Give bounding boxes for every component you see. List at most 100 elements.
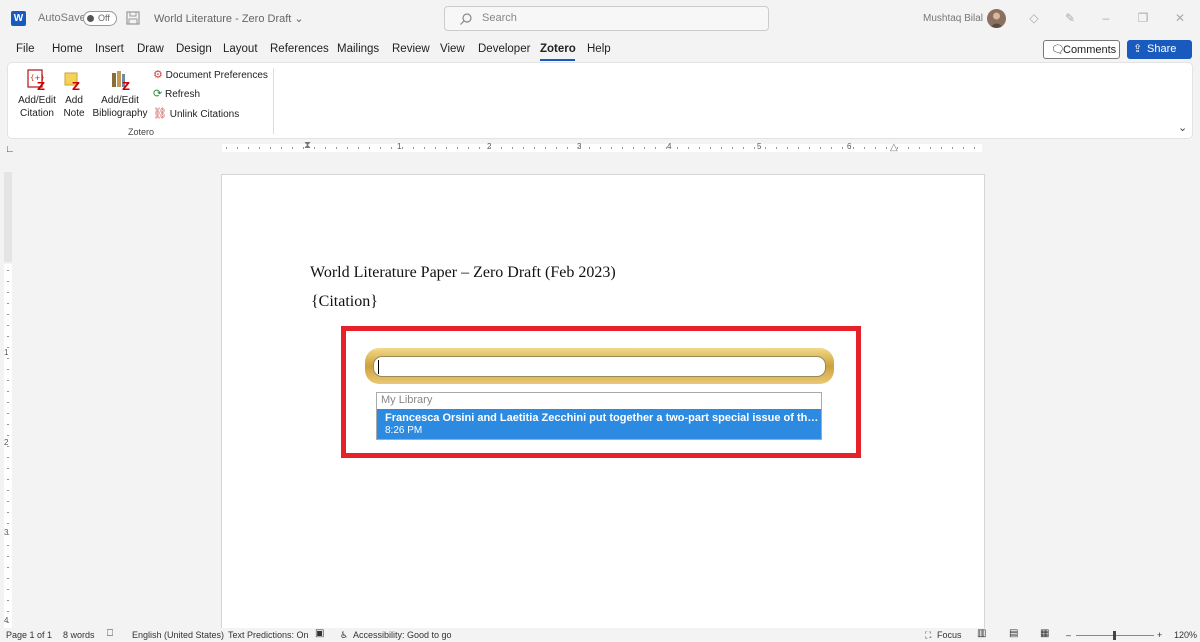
- comments-label: Comments: [1063, 44, 1117, 56]
- zoom-in-icon[interactable]: +: [1157, 630, 1162, 640]
- tab-insert[interactable]: Insert: [95, 43, 124, 55]
- zoom-out-icon[interactable]: –: [1066, 630, 1071, 640]
- unlink-citations-button[interactable]: ⛓ Unlink Citations: [153, 107, 239, 120]
- document-title[interactable]: World Literature - Zero Draft ⌄: [154, 12, 304, 25]
- ruler-tick: [7, 567, 9, 568]
- add-edit-citation-button[interactable]: {+} Z Add/Edit Citation: [16, 67, 58, 123]
- accessibility-icon[interactable]: ♿: [340, 630, 348, 641]
- tab-selector-icon[interactable]: ∟: [5, 144, 15, 155]
- ruler-tick: [270, 147, 271, 149]
- ruler-tick: [7, 545, 9, 546]
- share-button[interactable]: ⇪ Share: [1127, 40, 1192, 59]
- diamond-icon[interactable]: ◇: [1027, 11, 1041, 25]
- tab-design[interactable]: Design: [176, 43, 212, 55]
- ruler-tick: [7, 600, 9, 601]
- tab-home[interactable]: Home: [52, 43, 83, 55]
- tab-view[interactable]: View: [440, 43, 465, 55]
- zoom-level[interactable]: 120%: [1174, 630, 1197, 640]
- ruler-tick: [303, 147, 304, 149]
- add-note-button[interactable]: Z Add Note: [61, 67, 87, 123]
- citation-search-input[interactable]: [373, 356, 826, 377]
- ruler-tick: [7, 556, 9, 557]
- ruler-tick: [974, 147, 975, 149]
- ruler-tick: [600, 147, 601, 149]
- restore-icon[interactable]: ❐: [1136, 11, 1150, 25]
- tab-layout[interactable]: Layout: [223, 43, 258, 55]
- ruler-tick: [7, 380, 9, 381]
- ruler-tick: [655, 147, 656, 149]
- save-icon[interactable]: [126, 11, 140, 25]
- comments-button[interactable]: 🗨 Comments: [1043, 40, 1120, 59]
- results-group-header: My Library: [381, 394, 433, 406]
- tab-help[interactable]: Help: [587, 43, 611, 55]
- ruler-tick: [7, 534, 9, 535]
- note-icon: Z: [64, 72, 80, 91]
- ruler-tick: [7, 523, 9, 524]
- focus-label[interactable]: Focus: [937, 630, 962, 640]
- refresh-button[interactable]: ⟳ Refresh: [153, 87, 200, 100]
- group-divider: [273, 68, 274, 134]
- ruler-number: 1: [397, 142, 402, 151]
- tab-review[interactable]: Review: [392, 43, 430, 55]
- bibliography-icon: Z: [112, 71, 130, 91]
- page-count[interactable]: Page 1 of 1: [6, 630, 52, 640]
- zoom-slider-handle[interactable]: [1113, 631, 1116, 640]
- toggle-knob: [87, 15, 94, 22]
- word-count[interactable]: 8 words: [63, 630, 95, 640]
- user-name[interactable]: Mushtaq Bilal: [923, 13, 983, 24]
- indent-marker-icon[interactable]: ⧗: [304, 140, 311, 151]
- avatar[interactable]: [987, 9, 1006, 28]
- document-preferences-label: Document Preferences: [165, 70, 268, 81]
- accessibility-status[interactable]: Accessibility: Good to go: [353, 630, 452, 640]
- document-preferences-button[interactable]: ⚙ Document Preferences: [153, 68, 268, 81]
- search-input[interactable]: Search: [444, 6, 769, 31]
- svg-text:Z: Z: [122, 80, 130, 91]
- share-icon: ⇪: [1133, 43, 1143, 55]
- focus-icon[interactable]: ⛶: [925, 630, 931, 641]
- pen-icon[interactable]: ✎: [1063, 11, 1077, 25]
- document-heading[interactable]: World Literature Paper – Zero Draft (Feb…: [310, 264, 616, 282]
- add-edit-bibliography-button[interactable]: Z Add/Edit Bibliography: [92, 67, 148, 123]
- language[interactable]: English (United States): [132, 630, 224, 640]
- ruler-number: 5: [757, 142, 762, 151]
- ribbon-group-label: Zotero: [128, 127, 155, 137]
- result-item[interactable]: Francesca Orsini and Laetitia Zecchini p…: [377, 409, 821, 439]
- web-layout-icon[interactable]: ▦: [1040, 628, 1049, 639]
- print-layout-icon[interactable]: ▤: [1009, 628, 1018, 639]
- ruler-tick: [611, 147, 612, 149]
- minimize-icon[interactable]: –: [1099, 11, 1113, 25]
- tab-draw[interactable]: Draw: [137, 43, 164, 55]
- close-icon[interactable]: ✕: [1173, 11, 1187, 25]
- ruler-tick: [7, 281, 9, 282]
- ruler-tick: [941, 147, 942, 149]
- vertical-ruler: 1 2 3 4: [0, 160, 16, 630]
- ruler-tick: [7, 314, 9, 315]
- citation-placeholder[interactable]: {Citation}: [311, 293, 378, 311]
- ruler-tick: [842, 147, 843, 149]
- text-predictions[interactable]: Text Predictions: On: [228, 630, 309, 640]
- proofing-icon[interactable]: ⎕: [107, 628, 113, 639]
- tab-references[interactable]: References: [270, 43, 329, 55]
- ruler-tick: [468, 147, 469, 149]
- refresh-label: Refresh: [165, 89, 201, 100]
- tab-developer[interactable]: Developer: [478, 43, 530, 55]
- title-bar: W AutoSave Off World Literature - Zero D…: [0, 0, 1200, 38]
- ruler-tick: [7, 391, 9, 392]
- read-mode-icon[interactable]: ▥: [977, 628, 986, 639]
- ruler-number: 3: [4, 528, 9, 537]
- collapse-ribbon-icon[interactable]: ⌄: [1178, 121, 1187, 134]
- zotero-ribbon: {+} Z Add/Edit Citation Z Add Note Z Add/Ed…: [7, 62, 1193, 139]
- share-label: Share: [1147, 43, 1177, 55]
- ruler-tick: [787, 147, 788, 149]
- tab-file[interactable]: File: [16, 43, 35, 55]
- ruler-tick: [7, 479, 9, 480]
- ruler-strip: [4, 264, 12, 630]
- ruler-tick: [435, 147, 436, 149]
- ruler-tick: [875, 147, 876, 149]
- tab-mailings[interactable]: Mailings: [337, 43, 379, 55]
- autosave-toggle[interactable]: Off: [83, 11, 117, 26]
- tab-zotero[interactable]: Zotero: [540, 43, 576, 55]
- macro-icon[interactable]: ▣: [315, 628, 324, 639]
- add-edit-bibliography-label-2: Bibliography: [92, 108, 148, 119]
- ruler-tick: [7, 578, 9, 579]
